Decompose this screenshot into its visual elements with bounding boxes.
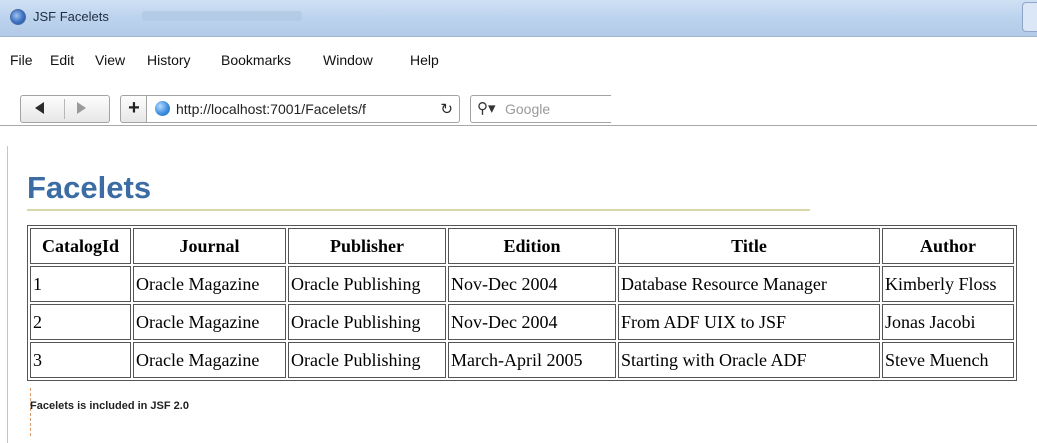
table-cell: Oracle Magazine (133, 342, 286, 378)
title-underline (27, 209, 810, 211)
search-placeholder[interactable]: Google (505, 101, 550, 117)
navigation-toolbar: + http://localhost:7001/Facelets/f ↻ ⚲▾ … (0, 92, 1037, 123)
table-cell: 2 (30, 304, 131, 340)
table-cell: Starting with Oracle ADF (618, 342, 880, 378)
address-bar[interactable]: http://localhost:7001/Facelets/f ↻ (146, 95, 460, 123)
table-cell: March-April 2005 (448, 342, 616, 378)
table-row: 2 Oracle Magazine Oracle Publishing Nov-… (30, 304, 1014, 340)
firefox-icon (10, 9, 26, 25)
table-cell: Oracle Publishing (288, 342, 446, 378)
new-tab-button[interactable]: + (120, 95, 147, 123)
table-row: 3 Oracle Magazine Oracle Publishing Marc… (30, 342, 1014, 378)
search-icon[interactable]: ⚲▾ (477, 99, 496, 117)
catalog-table: CatalogId Journal Publisher Edition Titl… (27, 225, 1017, 381)
column-header: CatalogId (30, 228, 131, 264)
table-cell: Database Resource Manager (618, 266, 880, 302)
table-cell: Oracle Publishing (288, 266, 446, 302)
table-row: 1 Oracle Magazine Oracle Publishing Nov-… (30, 266, 1014, 302)
column-header: Publisher (288, 228, 446, 264)
table-cell: From ADF UIX to JSF (618, 304, 880, 340)
table-cell: Oracle Magazine (133, 266, 286, 302)
back-forward-group (20, 95, 110, 123)
menu-window[interactable]: Window (323, 53, 373, 67)
menu-file[interactable]: File (10, 53, 33, 67)
table-cell: Oracle Magazine (133, 304, 286, 340)
globe-icon (155, 101, 170, 116)
table-cell: Nov-Dec 2004 (448, 266, 616, 302)
back-arrow-icon[interactable] (35, 102, 44, 114)
menu-history[interactable]: History (147, 53, 191, 67)
table-cell: Kimberly Floss (882, 266, 1014, 302)
nav-separator (64, 99, 65, 119)
menu-edit[interactable]: Edit (50, 53, 74, 67)
table-cell: Nov-Dec 2004 (448, 304, 616, 340)
page-title: Facelets (27, 170, 152, 205)
column-header: Edition (448, 228, 616, 264)
table-cell: Oracle Publishing (288, 304, 446, 340)
window-title: JSF Facelets (33, 9, 109, 24)
table-cell: Steve Muench (882, 342, 1014, 378)
dashed-divider (30, 388, 32, 436)
column-header: Title (618, 228, 880, 264)
browser-chrome: File Edit View History Bookmarks Window … (0, 37, 1037, 123)
content-left-border (7, 146, 8, 443)
window-titlebar: JSF Facelets (0, 0, 1037, 37)
menu-bar: File Edit View History Bookmarks Window … (0, 37, 1037, 67)
window-control-button[interactable] (1022, 2, 1037, 32)
table-cell: Jonas Jacobi (882, 304, 1014, 340)
forward-arrow-icon[interactable] (77, 102, 86, 114)
menu-view[interactable]: View (95, 53, 125, 67)
page-content: Facelets CatalogId Journal Publisher Edi… (0, 126, 1037, 443)
footer-note: Facelets is included in JSF 2.0 (30, 400, 189, 412)
table-header-row: CatalogId Journal Publisher Edition Titl… (30, 228, 1014, 264)
column-header: Author (882, 228, 1014, 264)
url-text[interactable]: http://localhost:7001/Facelets/f (176, 101, 426, 117)
blurred-title-suffix (142, 11, 302, 21)
reload-icon[interactable]: ↻ (440, 100, 453, 118)
column-header: Journal (133, 228, 286, 264)
menu-help[interactable]: Help (410, 53, 439, 67)
search-box[interactable]: ⚲▾ Google (470, 95, 611, 123)
table-cell: 3 (30, 342, 131, 378)
menu-bookmarks[interactable]: Bookmarks (221, 53, 291, 67)
table-cell: 1 (30, 266, 131, 302)
